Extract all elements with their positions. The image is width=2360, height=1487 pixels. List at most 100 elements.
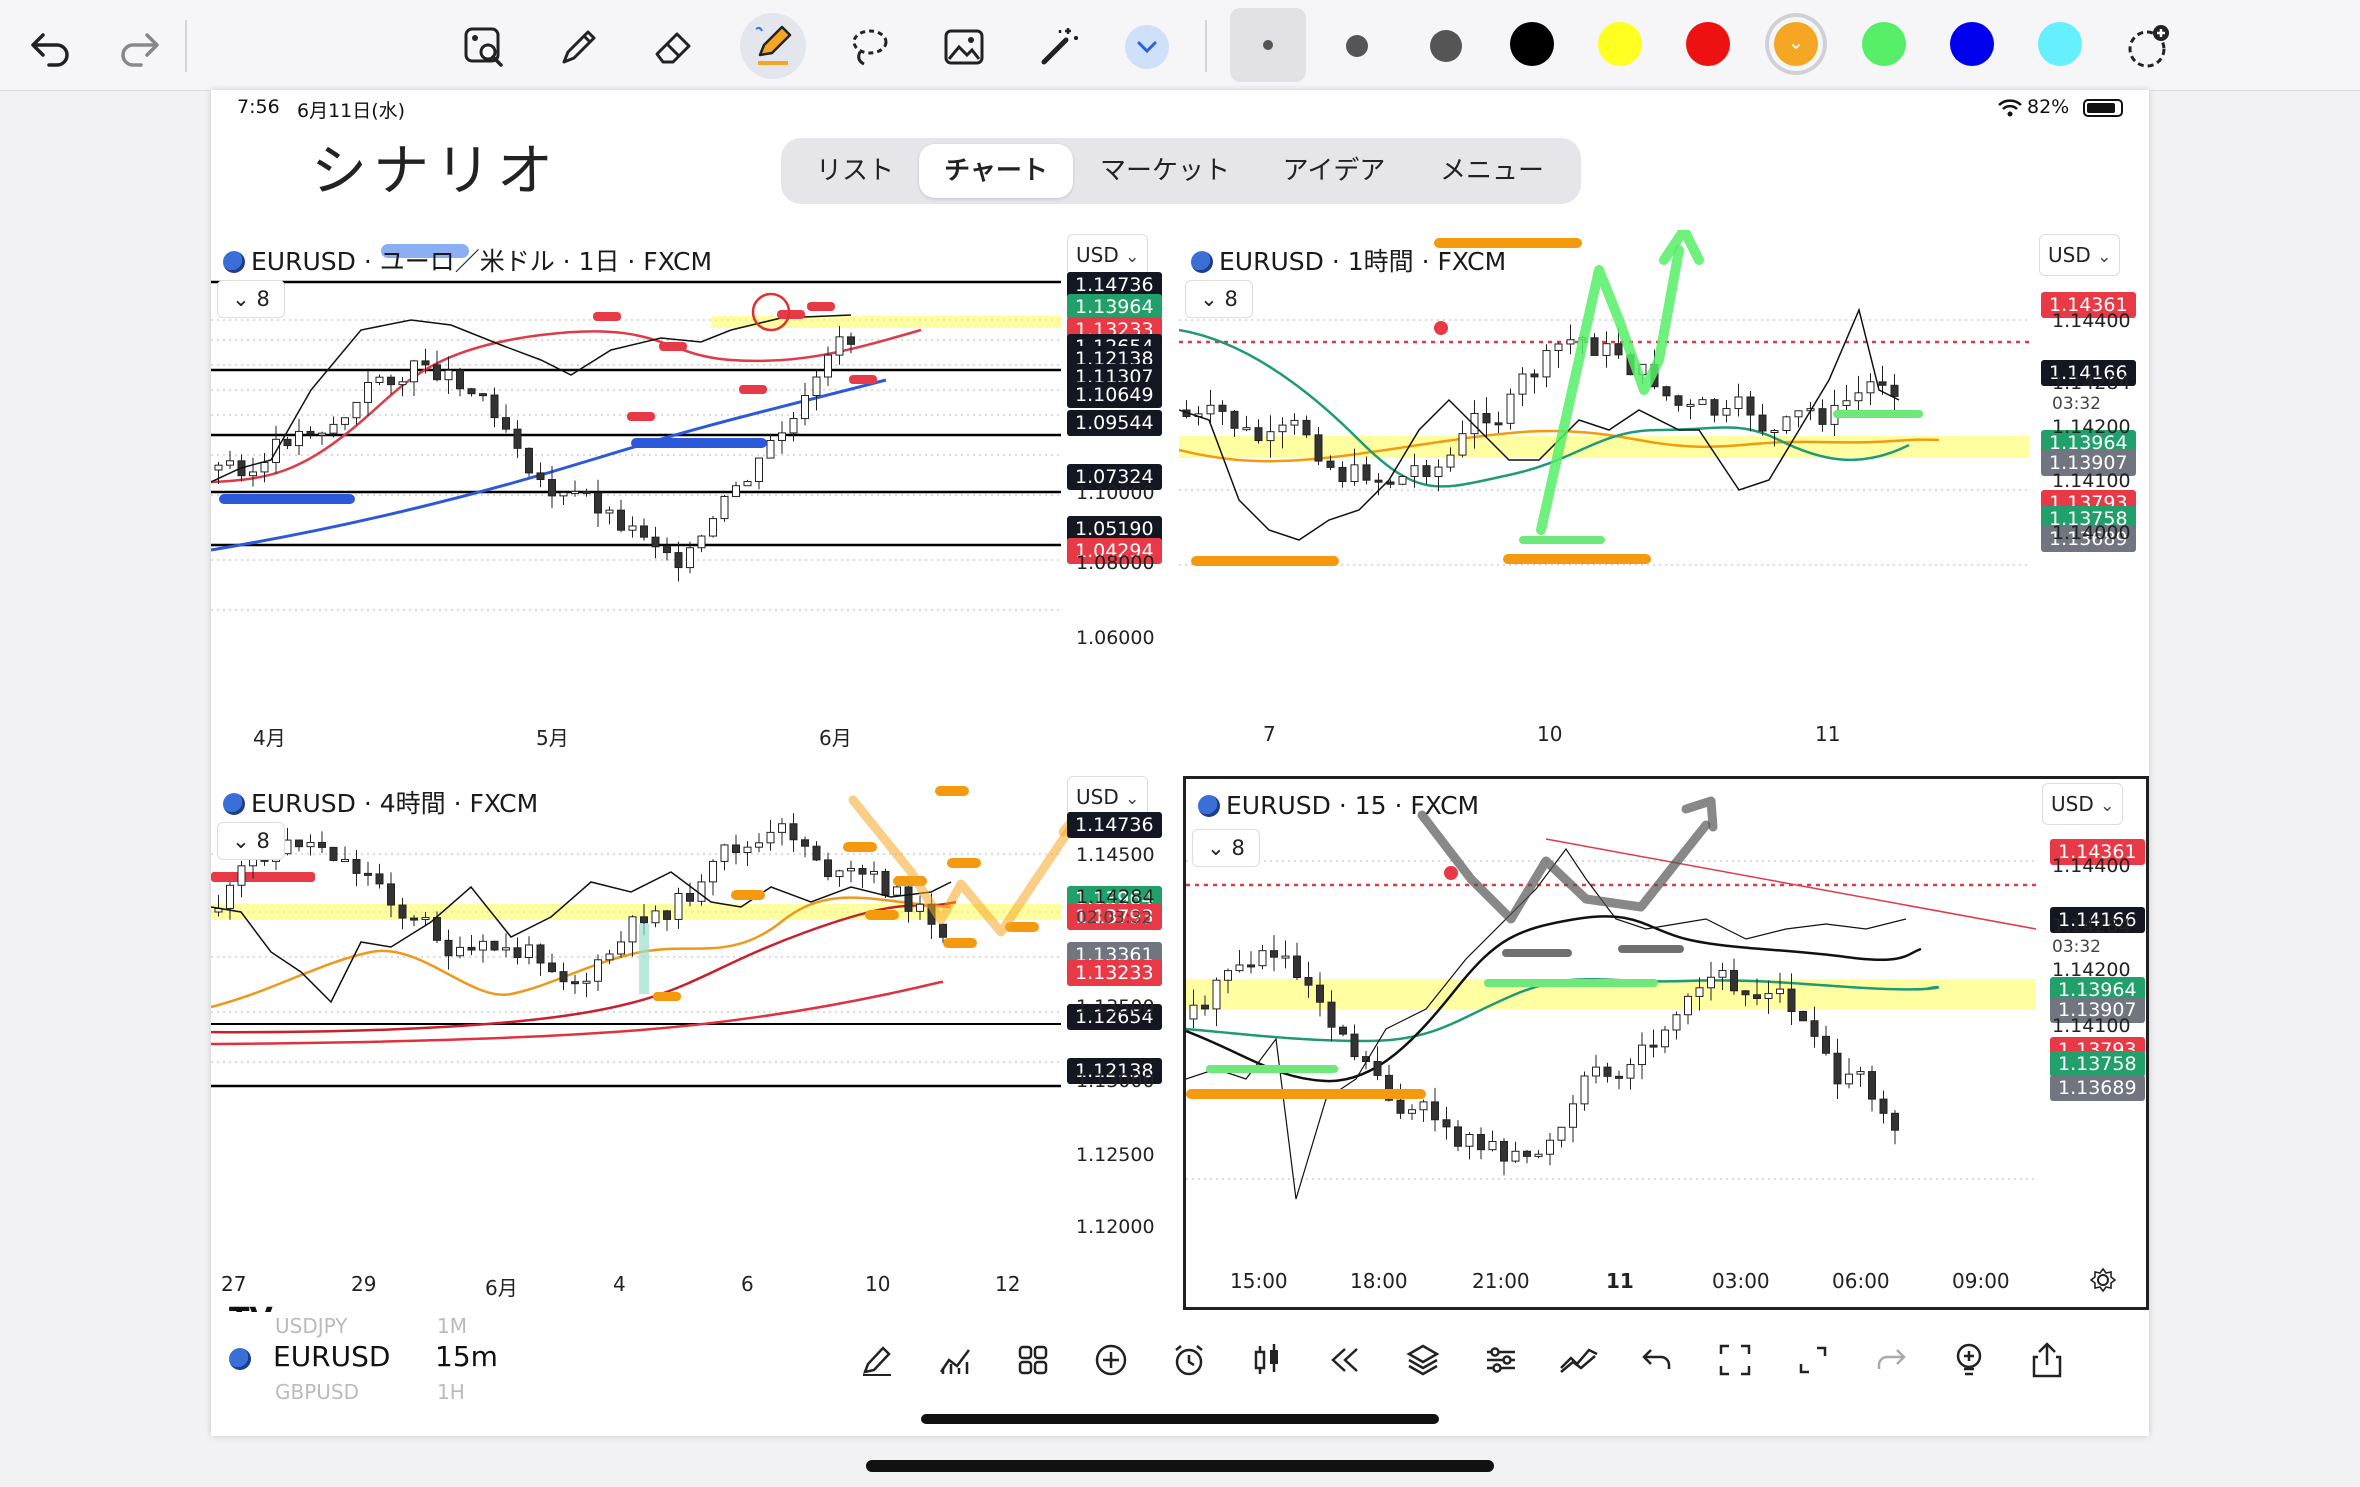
settings-sliders-icon[interactable] xyxy=(1479,1338,1523,1382)
fullscreen-frame-icon[interactable] xyxy=(1713,1338,1757,1382)
tab-list[interactable]: リスト xyxy=(795,144,915,198)
candle-body xyxy=(571,490,579,494)
candle-body xyxy=(341,859,349,863)
candle-body xyxy=(1270,950,1278,958)
interval-ghost-above: 1M xyxy=(437,1314,467,1338)
tab-menu[interactable]: メニュー xyxy=(1417,144,1567,198)
eu-flag-icon xyxy=(223,793,245,815)
candle-body xyxy=(490,394,499,419)
candle-body xyxy=(306,430,315,435)
candle-body xyxy=(1854,392,1863,402)
p1-price-label: 1.10649 xyxy=(1067,382,1162,408)
candle-body xyxy=(295,430,303,447)
15m-countdown: 03:32 xyxy=(2052,937,2101,957)
tab-market[interactable]: マーケット xyxy=(1081,144,1249,198)
candle-body xyxy=(1230,410,1239,429)
candle-body xyxy=(628,916,637,943)
chart-settings-icon[interactable] xyxy=(2089,1267,2117,1297)
share-icon[interactable] xyxy=(2025,1338,2069,1382)
15m-currency-select[interactable]: USD ⌄ xyxy=(2042,783,2124,825)
color-swatch-1[interactable] xyxy=(1510,22,1554,66)
chart-panel-15m[interactable]: EURUSD · 15 · FXCM USD ⌄ ⌄ 8 1.14361 1.14… xyxy=(1183,776,2149,1310)
daily-indicator-count[interactable]: ⌄ 8 xyxy=(217,280,285,318)
daily-axis-tick: 1.06000 xyxy=(1076,627,1155,649)
pen-icon[interactable] xyxy=(550,18,608,76)
4h-x-label: 27 xyxy=(221,1272,247,1296)
interval-selector[interactable]: 15m xyxy=(435,1340,498,1373)
candle-body xyxy=(536,944,545,964)
candle-body xyxy=(778,432,786,441)
candle-body xyxy=(743,846,752,854)
candle-body xyxy=(1590,337,1599,356)
1h-indicator-count[interactable]: ⌄ 8 xyxy=(1185,280,1253,318)
color-swatch-5[interactable] xyxy=(1862,22,1906,66)
magic-wand-icon[interactable] xyxy=(1030,18,1088,76)
highlighter-icon[interactable] xyxy=(740,13,806,79)
color-swatch-7[interactable] xyxy=(2038,22,2082,66)
add-circle-icon[interactable] xyxy=(1089,1338,1133,1382)
tab-ideas[interactable]: アイデア xyxy=(1255,144,1413,198)
dot-size-small-button[interactable] xyxy=(1230,8,1306,82)
idea-lightbulb-icon[interactable] xyxy=(1947,1338,1991,1382)
drawing-pen-icon[interactable] xyxy=(855,1338,899,1382)
alarm-clock-icon[interactable] xyxy=(1167,1338,1211,1382)
expand-icon[interactable] xyxy=(1791,1338,1835,1382)
home-indicator xyxy=(921,1414,1439,1424)
layers-icon[interactable] xyxy=(1401,1338,1445,1382)
chart-panel-1h[interactable]: EURUSD · 1時間 · FXCM USD ⌄ ⌄ 8 1.14361 1.1… xyxy=(1179,230,2149,770)
trend-compare-icon[interactable] xyxy=(1557,1338,1601,1382)
daily-x-label: 5月 xyxy=(536,726,569,750)
candle-body xyxy=(824,859,832,878)
daily-chart-canvas[interactable] xyxy=(211,230,1177,770)
layout-grid-icon[interactable] xyxy=(1011,1338,1055,1382)
candle-body xyxy=(1488,1140,1497,1151)
color-swatch-4[interactable]: ⌄ xyxy=(1774,22,1818,66)
undo-icon[interactable] xyxy=(22,18,80,76)
candle-body xyxy=(1753,994,1761,999)
color-swatch-6[interactable] xyxy=(1950,22,1994,66)
dot-size-large-button[interactable] xyxy=(1430,30,1462,62)
p4-price-label: 1.13689 xyxy=(2050,1075,2145,1101)
redo-icon[interactable] xyxy=(110,18,168,76)
4h-chart-canvas[interactable] xyxy=(211,772,1177,1312)
indicators-icon[interactable] xyxy=(933,1338,977,1382)
undo-icon[interactable] xyxy=(1635,1338,1679,1382)
chart-panel-4h[interactable]: EURUSD · 4時間 · FXCM USD ⌄ ⌄ 8 1.14736 1.1… xyxy=(211,772,1177,1312)
1h-chart-canvas[interactable] xyxy=(1179,230,2149,770)
chevron-down-icon[interactable] xyxy=(1125,25,1169,69)
redo-icon[interactable] xyxy=(1869,1338,1913,1382)
15m-chart-canvas[interactable] xyxy=(1186,779,2149,1310)
1h-currency-select[interactable]: USD ⌄ xyxy=(2039,234,2121,276)
candle-body xyxy=(1235,964,1244,972)
candle-body xyxy=(1787,988,1796,1012)
candle-body xyxy=(743,481,752,487)
candle-body xyxy=(1431,1101,1439,1121)
candle-body xyxy=(1890,384,1899,397)
eraser-icon[interactable] xyxy=(645,18,703,76)
dot-size-medium-button[interactable] xyxy=(1346,35,1368,57)
tab-chart[interactable]: チャート xyxy=(919,144,1073,198)
4h-axis-tick: 1.13500 xyxy=(1076,996,1155,1018)
candle-body xyxy=(444,369,453,381)
candle-body xyxy=(778,823,786,833)
candle-body xyxy=(1741,990,1750,996)
candle-body xyxy=(1247,964,1255,968)
candle-body xyxy=(1350,464,1359,483)
candle-body xyxy=(674,552,683,569)
image-icon[interactable] xyxy=(935,18,993,76)
candle-body xyxy=(1856,1071,1865,1075)
color-swatch-2[interactable] xyxy=(1598,22,1642,66)
symbol-selector[interactable]: EURUSD xyxy=(273,1340,390,1373)
4h-indicator-count[interactable]: ⌄ 8 xyxy=(217,822,285,860)
1h-x-label: 11 xyxy=(1815,722,1841,746)
add-color-icon[interactable] xyxy=(2120,18,2178,76)
chart-panel-daily[interactable]: EURUSD · ユーロ／米ドル · 1日 · FXCM USD ⌄ ⌄ 8 1… xyxy=(211,230,1177,770)
candlestick-icon[interactable] xyxy=(1245,1338,1289,1382)
daily-currency-select[interactable]: USD ⌄ xyxy=(1067,234,1149,276)
candle-body xyxy=(559,492,568,497)
photo-search-icon[interactable] xyxy=(455,18,513,76)
lasso-icon[interactable] xyxy=(840,18,898,76)
replay-icon[interactable] xyxy=(1323,1338,1367,1382)
15m-indicator-count[interactable]: ⌄ 8 xyxy=(1192,829,1260,867)
color-swatch-3[interactable] xyxy=(1686,22,1730,66)
